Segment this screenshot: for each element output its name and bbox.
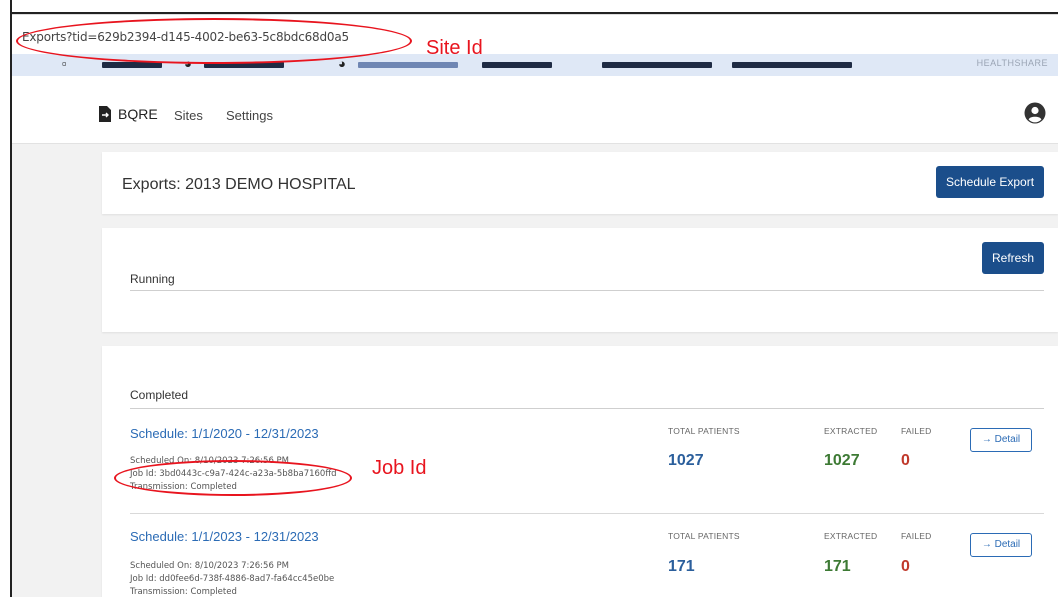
site-id-annotation-label: Site Id: [426, 37, 483, 59]
total-patients-value: 171: [668, 558, 695, 575]
page-icon: ▫: [62, 56, 67, 71]
failed-label: FAILED: [901, 426, 932, 436]
failed-label: FAILED: [901, 531, 932, 541]
bookmark-redacted[interactable]: [482, 62, 552, 68]
nav-link-settings[interactable]: Settings: [226, 108, 273, 123]
detail-button[interactable]: → Detail: [970, 533, 1032, 557]
job-id-annotation-label: Job Id: [372, 457, 427, 479]
transmission-status: Transmission: Completed: [130, 587, 237, 597]
detail-button[interactable]: → Detail: [970, 428, 1032, 452]
bookmark-redacted[interactable]: [602, 62, 712, 68]
running-section-label: Running: [130, 272, 175, 286]
job-id-annotation-ellipse: [114, 460, 352, 496]
site-id-annotation-ellipse: [16, 18, 412, 64]
user-account-icon[interactable]: [1024, 102, 1046, 124]
bookmark-redacted[interactable]: [732, 62, 852, 68]
brand-name: BQRE: [118, 106, 158, 122]
screenshot-left-border: [0, 0, 12, 597]
bookmark-redacted[interactable]: [358, 62, 458, 68]
row-divider: [130, 513, 1044, 514]
nav-link-sites[interactable]: Sites: [174, 108, 203, 123]
running-card: Refresh Running: [102, 228, 1058, 332]
job-id: Job Id: dd0fee6d-738f-4886-8ad7-fa64cc45…: [130, 574, 335, 584]
failed-value: 0: [901, 558, 910, 575]
bookmark-healthshare[interactable]: HEALTHSHARE: [977, 58, 1048, 68]
extracted-value: 1027: [824, 452, 860, 469]
running-divider: [130, 290, 1044, 291]
page-title: Exports: 2013 DEMO HOSPITAL: [122, 176, 356, 193]
total-patients-label: TOTAL PATIENTS: [668, 531, 740, 541]
completed-section-label: Completed: [130, 388, 189, 402]
extracted-label: EXTRACTED: [824, 531, 878, 541]
export-file-icon: [99, 106, 111, 122]
completed-divider: [130, 408, 1044, 409]
scheduled-on: Scheduled On: 8/10/2023 7:26:56 PM: [130, 561, 290, 571]
extracted-value: 171: [824, 558, 851, 575]
extracted-label: EXTRACTED: [824, 426, 878, 436]
exports-header-card: Exports: 2013 DEMO HOSPITAL Schedule Exp…: [102, 152, 1058, 214]
total-patients-value: 1027: [668, 452, 704, 469]
brand[interactable]: BQRE: [98, 106, 158, 122]
total-patients-label: TOTAL PATIENTS: [668, 426, 740, 436]
app-navbar: BQRE Sites Settings: [12, 76, 1058, 144]
job-meta: Scheduled On: 8/10/2023 7:26:56 PM Job I…: [130, 560, 334, 597]
schedule-link[interactable]: Schedule: 1/1/2020 - 12/31/2023: [130, 426, 319, 441]
screenshot-top-border: [0, 0, 1058, 14]
schedule-export-button[interactable]: Schedule Export: [936, 166, 1044, 198]
schedule-link[interactable]: Schedule: 1/1/2023 - 12/31/2023: [130, 529, 319, 544]
failed-value: 0: [901, 452, 910, 469]
refresh-button[interactable]: Refresh: [982, 242, 1044, 274]
